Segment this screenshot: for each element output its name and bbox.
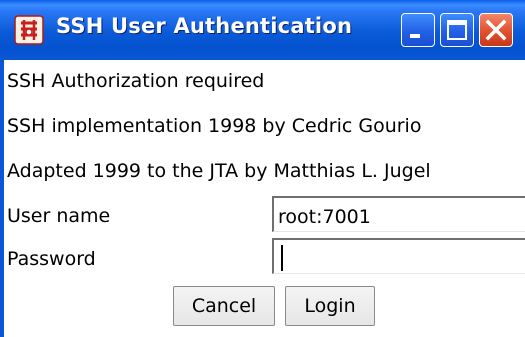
auth-required-text: SSH Authorization required: [7, 70, 265, 92]
username-field[interactable]: [272, 196, 525, 232]
minimize-button[interactable]: [401, 13, 435, 47]
password-label: Password: [7, 248, 96, 270]
title-bar[interactable]: SSH User Authentication: [0, 0, 525, 60]
adaptation-credit-text: Adapted 1999 to the JTA by Matthias L. J…: [7, 160, 431, 182]
minimize-icon: [410, 34, 420, 38]
text-caret: [281, 245, 283, 271]
maximize-button[interactable]: [440, 13, 474, 47]
window-title: SSH User Authentication: [56, 14, 353, 38]
username-label: User name: [7, 205, 111, 227]
close-button[interactable]: [479, 13, 513, 47]
ssh-auth-dialog: SSH User Authentication SSH Authorizatio…: [0, 0, 525, 337]
login-button[interactable]: Login: [285, 286, 375, 326]
password-field[interactable]: [272, 238, 525, 274]
implementation-credit-text: SSH implementation 1998 by Cedric Gourio: [7, 115, 422, 137]
close-icon: [485, 19, 507, 41]
ssh-app-icon[interactable]: [12, 13, 46, 47]
cancel-button[interactable]: Cancel: [173, 286, 275, 326]
window-left-border: [0, 60, 4, 337]
maximize-icon: [447, 20, 467, 40]
